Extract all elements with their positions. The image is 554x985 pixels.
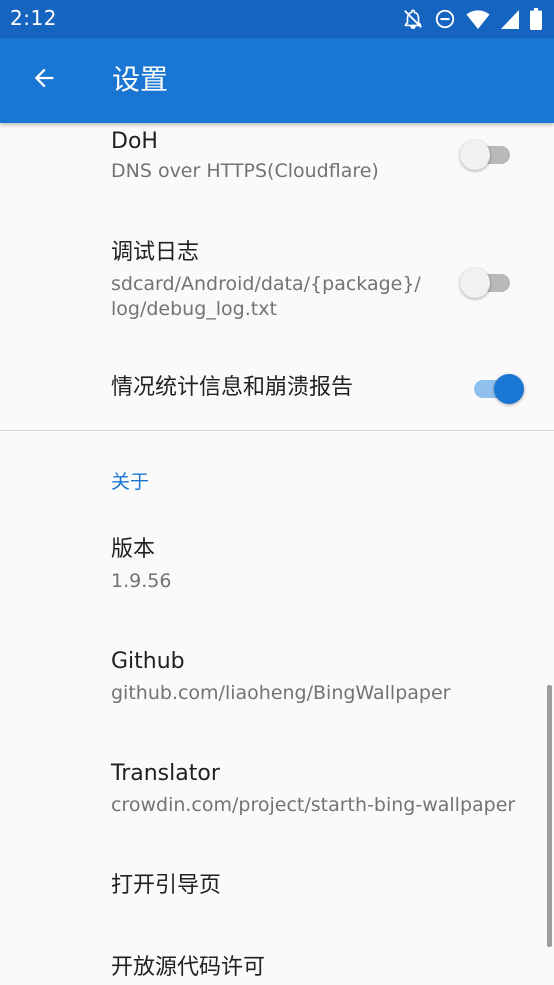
analytics-switch[interactable] <box>466 368 526 408</box>
setting-doh-title: DoH <box>111 129 158 154</box>
setting-debug-log-summary-line2: log/debug_log.txt <box>111 298 277 320</box>
status-time: 2:12 <box>10 6 57 30</box>
about-translator[interactable]: Translator crowdin.com/project/starth-bi… <box>0 747 554 842</box>
section-divider <box>0 430 554 431</box>
about-version[interactable]: 版本 1.9.56 <box>0 523 554 618</box>
arrow-back-icon <box>30 64 58 96</box>
app-bar: 设置 <box>0 38 554 123</box>
about-translator-title: Translator <box>111 761 220 786</box>
about-guide-title: 打开引导页 <box>111 873 222 898</box>
battery-icon <box>530 8 542 30</box>
about-licenses[interactable]: 开放源代码许可 <box>0 940 554 985</box>
about-version-title: 版本 <box>111 537 156 562</box>
about-github-title: Github <box>111 649 185 674</box>
about-licenses-title: 开放源代码许可 <box>111 955 266 980</box>
doh-switch-thumb <box>460 140 490 170</box>
about-guide[interactable]: 打开引导页 <box>0 858 554 938</box>
category-about: 关于 <box>111 471 150 493</box>
scrollbar[interactable] <box>547 685 552 947</box>
about-version-summary: 1.9.56 <box>111 570 172 592</box>
setting-debug-log-title: 调试日志 <box>111 240 200 265</box>
setting-doh-summary: DNS over HTTPS(Cloudflare) <box>111 160 379 182</box>
settings-list: DoH DNS over HTTPS(Cloudflare) 调试日志 sdca… <box>0 123 554 985</box>
about-github-summary: github.com/liaoheng/BingWallpaper <box>111 682 451 704</box>
analytics-switch-thumb <box>494 374 524 404</box>
doh-switch[interactable] <box>458 134 518 174</box>
about-github[interactable]: Github github.com/liaoheng/BingWallpaper <box>0 635 554 730</box>
wifi-icon <box>466 8 490 30</box>
cellular-signal-icon <box>500 8 520 30</box>
status-icons <box>402 7 542 31</box>
page-title: 设置 <box>112 63 169 96</box>
setting-debug-log-summary-line1: sdcard/Android/data/{package}/ <box>111 273 421 295</box>
setting-analytics[interactable]: 情况统计信息和崩溃报告 <box>0 348 554 428</box>
setting-analytics-title: 情况统计信息和崩溃报告 <box>111 375 354 400</box>
back-button[interactable] <box>22 58 66 102</box>
debug-log-switch-thumb <box>460 268 490 298</box>
debug-log-switch[interactable] <box>458 262 518 302</box>
setting-doh[interactable]: DoH DNS over HTTPS(Cloudflare) <box>0 123 554 215</box>
status-bar: 2:12 <box>0 0 554 38</box>
setting-debug-log[interactable]: 调试日志 sdcard/Android/data/{package}/ log/… <box>0 228 554 338</box>
notifications-off-icon <box>402 8 424 30</box>
do-not-disturb-icon <box>434 8 456 30</box>
about-translator-summary: crowdin.com/project/starth-bing-wallpape… <box>111 794 516 816</box>
